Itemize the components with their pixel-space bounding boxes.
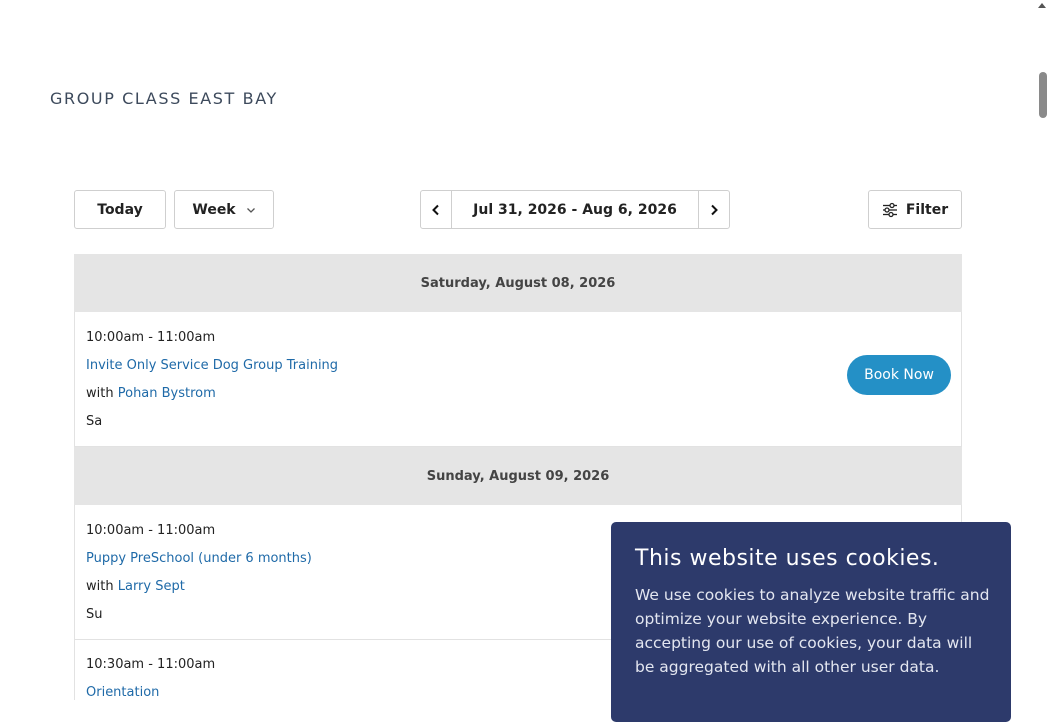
- event-name-link[interactable]: Invite Only Service Dog Group Training: [86, 358, 338, 373]
- sliders-icon: [882, 202, 897, 217]
- day-header: Saturday, August 08, 2026: [74, 254, 962, 312]
- page-title: GROUP CLASS EAST BAY: [50, 89, 278, 108]
- event-row: 10:00am - 11:00am Invite Only Service Do…: [74, 312, 962, 447]
- date-range-label: Jul 31, 2026 - Aug 6, 2026: [473, 201, 677, 218]
- with-prefix: with: [86, 386, 114, 401]
- previous-week-button[interactable]: [421, 191, 452, 228]
- day-header: Sunday, August 09, 2026: [74, 447, 962, 505]
- with-prefix: with: [86, 579, 114, 594]
- filter-label: Filter: [905, 201, 949, 218]
- view-select[interactable]: Week: [174, 190, 274, 229]
- event-time: 10:30am - 11:00am: [86, 657, 216, 672]
- chevron-left-icon: [432, 204, 439, 215]
- event-time: 10:00am - 11:00am: [86, 330, 216, 345]
- scrollbar-thumb[interactable]: [1039, 72, 1047, 118]
- event-day-abbr: Su: [86, 607, 103, 622]
- event-instructor-line: with Pohan Bystrom: [86, 386, 216, 401]
- chevron-down-icon: [246, 207, 255, 213]
- book-now-button[interactable]: Book Now: [847, 355, 951, 395]
- event-name-link[interactable]: Puppy PreSchool (under 6 months): [86, 551, 312, 566]
- filter-button[interactable]: Filter: [868, 190, 962, 229]
- instructor-link[interactable]: Pohan Bystrom: [118, 386, 216, 401]
- instructor-link[interactable]: Larry Sept: [118, 579, 185, 594]
- chevron-right-icon: [711, 204, 718, 215]
- event-name-link[interactable]: Orientation: [86, 685, 159, 700]
- today-button[interactable]: Today: [74, 190, 166, 229]
- event-day-abbr: Sa: [86, 414, 103, 429]
- date-navigator: Jul 31, 2026 - Aug 6, 2026: [420, 190, 730, 229]
- view-select-label: Week: [192, 201, 236, 218]
- cookie-banner-title: This website uses cookies.: [635, 546, 940, 571]
- event-time: 10:00am - 11:00am: [86, 523, 216, 538]
- next-week-button[interactable]: [698, 191, 729, 228]
- scroll-up-arrow[interactable]: [1038, 3, 1046, 8]
- cookie-banner-text: We use cookies to analyze website traffi…: [635, 586, 990, 676]
- event-instructor-line: with Larry Sept: [86, 579, 185, 594]
- cookie-banner: This website uses cookies. We use cookie…: [611, 522, 1011, 722]
